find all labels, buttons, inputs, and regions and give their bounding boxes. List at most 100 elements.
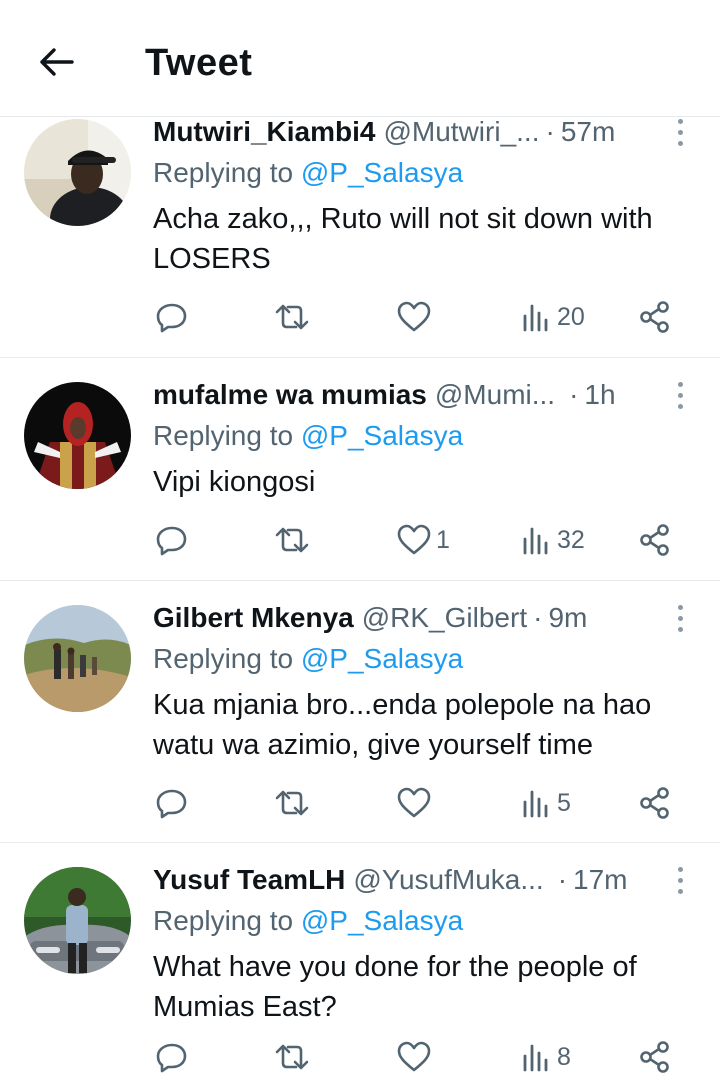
like-button[interactable] [396,783,436,823]
author-handle[interactable]: @Mutwiri_... [383,116,539,148]
tweet-actions: 8 [0,1037,720,1077]
more-vertical-icon [677,604,683,610]
separator-dot: · [533,602,543,633]
replying-label: Replying to [153,420,294,451]
heart-icon [397,524,431,555]
reply-button[interactable] [154,297,190,337]
share-button[interactable] [637,297,673,337]
views-count: 8 [557,1042,571,1071]
separator-dot: · [557,864,568,895]
separator-dot: · [545,116,555,147]
views-icon [523,1044,548,1072]
views-count: 32 [557,525,585,554]
tweet-actions: 20 [0,297,720,337]
reply-icon [156,303,187,333]
share-icon [640,524,669,556]
share-button[interactable] [637,1037,673,1077]
like-count: 1 [436,525,450,554]
retweet-button[interactable] [272,1037,312,1077]
reply-tweet[interactable]: Yusuf TeamLH @YusufMuka... · 17m Replyin… [0,843,720,1078]
reply-tweet[interactable]: Gilbert Mkenya @RK_Gilbert · 9m Replying… [0,581,720,843]
timestamp[interactable]: 57m [561,116,615,148]
author-handle[interactable]: @YusufMuka... [353,864,543,896]
author-name[interactable]: Yusuf TeamLH [153,864,345,896]
views-icon [523,527,548,555]
arrow-left-icon [40,48,74,76]
avatar[interactable] [24,119,131,226]
tweet-text: Vipi kiongosi [153,466,316,498]
share-button[interactable] [637,783,673,823]
views-count: 5 [557,788,571,817]
author-handle[interactable]: @RK_Gilbert [362,602,527,634]
timestamp[interactable]: 17m [573,864,627,896]
replying-to: Replying to @P_Salasya [153,905,463,937]
author-name[interactable]: Gilbert Mkenya [153,602,354,634]
views-button[interactable]: 5 [519,783,571,823]
more-vertical-icon [677,381,683,387]
more-vertical-icon [677,118,683,124]
views-count: 20 [557,302,585,331]
more-options-button[interactable] [670,115,690,149]
tweet-text: Kua mjania bro...enda polepole na hao wa… [153,689,652,761]
tweet-actions: 5 [0,783,720,823]
retweet-button[interactable] [272,297,312,337]
reply-button[interactable] [154,783,190,823]
avatar[interactable] [24,605,131,712]
page-title: Tweet [145,42,253,84]
reply-button[interactable] [154,520,190,560]
tweet-actions: 1 32 [0,520,720,560]
reply-icon [156,1043,187,1073]
views-button[interactable]: 32 [519,520,585,560]
heart-icon [397,787,431,818]
author-handle[interactable]: @Mumi... [435,379,555,411]
retweet-icon [275,304,309,330]
retweet-button[interactable] [272,520,312,560]
views-icon [523,790,548,818]
back-button[interactable] [34,40,78,84]
more-vertical-icon [677,866,683,872]
retweet-icon [275,1044,309,1070]
reply-tweet[interactable]: Mutwiri_Kiambi4 @Mutwiri_... · 57m Reply… [0,115,720,358]
author-name[interactable]: Mutwiri_Kiambi4 [153,116,375,148]
replying-label: Replying to [153,905,294,936]
author-name[interactable]: mufalme wa mumias [153,379,427,411]
share-icon [640,1041,669,1073]
share-icon [640,301,669,333]
share-icon [640,787,669,819]
replying-to: Replying to @P_Salasya [153,643,463,675]
views-button[interactable]: 8 [519,1037,571,1077]
reply-tweet[interactable]: mufalme wa mumias @Mumi... · 1h Replying… [0,358,720,581]
retweet-icon [275,790,309,816]
heart-icon [397,301,431,332]
tweet-text: What have you done for the people of Mum… [153,951,637,1023]
views-button[interactable]: 20 [519,297,585,337]
replying-label: Replying to [153,157,294,188]
avatar[interactable] [24,867,131,974]
reply-button[interactable] [154,1037,190,1077]
more-options-button[interactable] [670,601,690,635]
retweet-button[interactable] [272,783,312,823]
like-button[interactable] [396,297,436,337]
like-button[interactable]: 1 [396,520,450,560]
replying-to: Replying to @P_Salasya [153,157,463,189]
more-options-button[interactable] [670,378,690,412]
separator-dot: · [569,379,579,410]
replying-to: Replying to @P_Salasya [153,420,463,452]
top-bar: Tweet [0,0,720,117]
timestamp[interactable]: 1h [584,379,615,411]
reply-icon [156,526,187,556]
avatar[interactable] [24,382,131,489]
mention-link[interactable]: @P_Salasya [301,157,463,188]
timestamp[interactable]: 9m [548,602,587,634]
share-button[interactable] [637,520,673,560]
more-options-button[interactable] [670,863,690,897]
tweet-text: Acha zako,,, Ruto will not sit down with… [153,203,653,275]
like-button[interactable] [396,1037,436,1077]
reply-icon [156,789,187,819]
mention-link[interactable]: @P_Salasya [301,420,463,451]
mention-link[interactable]: @P_Salasya [301,905,463,936]
retweet-icon [275,527,309,553]
views-icon [523,304,548,332]
mention-link[interactable]: @P_Salasya [301,643,463,674]
replying-label: Replying to [153,643,294,674]
